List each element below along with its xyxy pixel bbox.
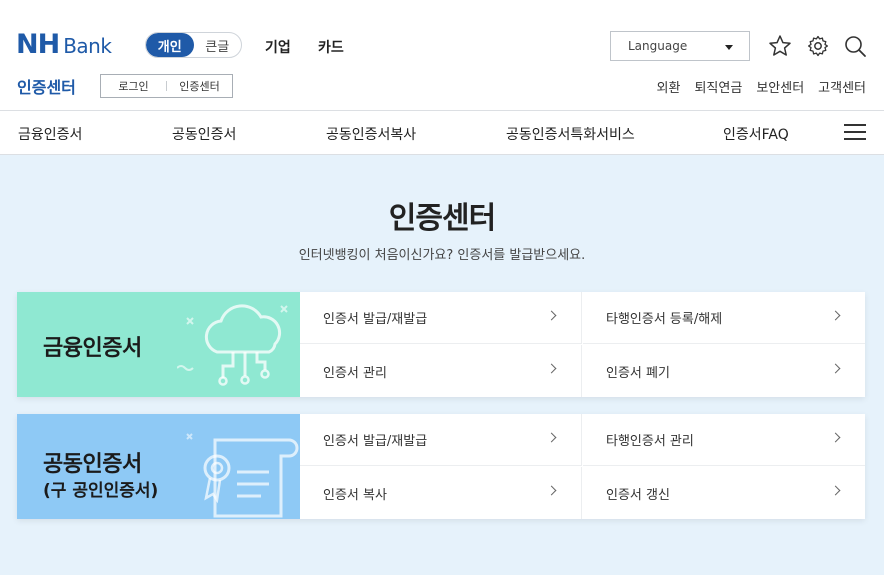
certificate-scroll-icon (186, 433, 299, 518)
header: NH Bank 개인 큰글 기업 카드 Language 인증센터 로그인 인증… (0, 0, 884, 110)
sub-tabs: 로그인 인증센터 (100, 74, 233, 98)
financial-cert-other-bank-link[interactable]: 타행인증서 등록/해제 (583, 292, 865, 344)
language-select-label: Language (628, 39, 688, 53)
gear-icon[interactable] (806, 34, 830, 58)
cloud-network-icon (177, 304, 288, 386)
mode-large-text-button[interactable]: 큰글 (194, 33, 242, 57)
center-title[interactable]: 인증센터 (17, 74, 76, 98)
joint-cert-subtitle: (구 공인인증서) (43, 481, 159, 501)
financial-cert-banner[interactable]: 금융인증서 (17, 292, 300, 397)
utility-links: 외환 퇴직연금 보안센터 고객센터 (657, 77, 866, 96)
nav-item-joint-cert-copy[interactable]: 공동인증서복사 (326, 124, 416, 144)
joint-cert-renew-label: 인증서 갱신 (606, 487, 670, 503)
nav-item-financial-cert[interactable]: 금융인증서 (18, 124, 82, 144)
nh-bank-logo[interactable]: NH Bank (16, 29, 112, 60)
joint-cert-banner[interactable]: 공동인증서 (구 공인인증서) (17, 414, 300, 519)
financial-cert-title: 금융인증서 (43, 336, 142, 361)
nav-item-cert-faq[interactable]: 인증서FAQ (723, 124, 789, 144)
chevron-right-icon (830, 485, 841, 496)
joint-cert-issue-label: 인증서 발급/재발급 (323, 434, 428, 449)
caret-down-icon (725, 45, 733, 50)
chevron-right-icon (830, 310, 841, 321)
financial-cert-manage-label: 인증서 관리 (323, 365, 387, 381)
chevron-right-icon (830, 432, 841, 443)
sub-tab-center[interactable]: 인증센터 (167, 78, 232, 94)
util-link-pension[interactable]: 퇴직연금 (694, 77, 742, 96)
logo-nh: NH (16, 29, 60, 60)
mode-personal-button[interactable]: 개인 (146, 33, 194, 57)
language-select[interactable]: Language (610, 31, 750, 61)
search-icon[interactable] (843, 34, 867, 58)
joint-cert-copy-label: 인증서 복사 (323, 487, 387, 503)
util-link-forex[interactable]: 외환 (657, 77, 681, 96)
page-title: 인증센터 (388, 201, 496, 236)
joint-cert-other-bank-link[interactable]: 타행인증서 관리 (583, 414, 865, 466)
joint-cert-copy-link[interactable]: 인증서 복사 (300, 467, 582, 519)
chevron-right-icon (546, 310, 557, 321)
nav-item-joint-cert[interactable]: 공동인증서 (172, 124, 236, 144)
page-subtitle: 인터넷뱅킹이 처음이신가요? 인증서를 발급받으세요. (298, 248, 586, 263)
joint-cert-issue-link[interactable]: 인증서 발급/재발급 (300, 414, 582, 466)
financial-cert-other-bank-label: 타행인증서 등록/해제 (606, 312, 723, 327)
joint-cert-card: 공동인증서 (구 공인인증서) 인증서 발급/재발급 타행인증서 관리 인증서 … (17, 414, 865, 519)
util-link-customer[interactable]: 고객센터 (818, 77, 866, 96)
star-icon[interactable] (768, 34, 792, 58)
chevron-right-icon (546, 363, 557, 374)
main-nav: 금융인증서 공동인증서 공동인증서복사 공동인증서특화서비스 인증서FAQ (0, 110, 884, 155)
chevron-right-icon (546, 485, 557, 496)
business-link[interactable]: 기업 (265, 37, 291, 57)
util-link-security[interactable]: 보안센터 (756, 77, 804, 96)
financial-cert-issue-label: 인증서 발급/재발급 (323, 312, 428, 327)
joint-cert-renew-link[interactable]: 인증서 갱신 (583, 467, 865, 519)
financial-cert-card: 금융인증서 인증서 발급/재발급 타행인증서 등록/해제 인증서 관리 인증서 … (17, 292, 865, 397)
joint-cert-title: 공동인증서 (43, 452, 142, 477)
logo-bank: Bank (63, 34, 112, 58)
joint-cert-other-bank-label: 타행인증서 관리 (606, 434, 694, 449)
financial-cert-manage-link[interactable]: 인증서 관리 (300, 345, 582, 397)
nav-item-joint-cert-special[interactable]: 공동인증서특화서비스 (506, 124, 635, 144)
sub-tab-login[interactable]: 로그인 (101, 78, 166, 94)
financial-cert-revoke-label: 인증서 폐기 (606, 365, 670, 381)
financial-cert-issue-link[interactable]: 인증서 발급/재발급 (300, 292, 582, 344)
card-link[interactable]: 카드 (318, 37, 344, 57)
chevron-right-icon (546, 432, 557, 443)
mode-toggle: 개인 큰글 (145, 32, 242, 58)
menu-icon[interactable] (844, 124, 866, 140)
financial-cert-revoke-link[interactable]: 인증서 폐기 (583, 345, 865, 397)
chevron-right-icon (830, 363, 841, 374)
